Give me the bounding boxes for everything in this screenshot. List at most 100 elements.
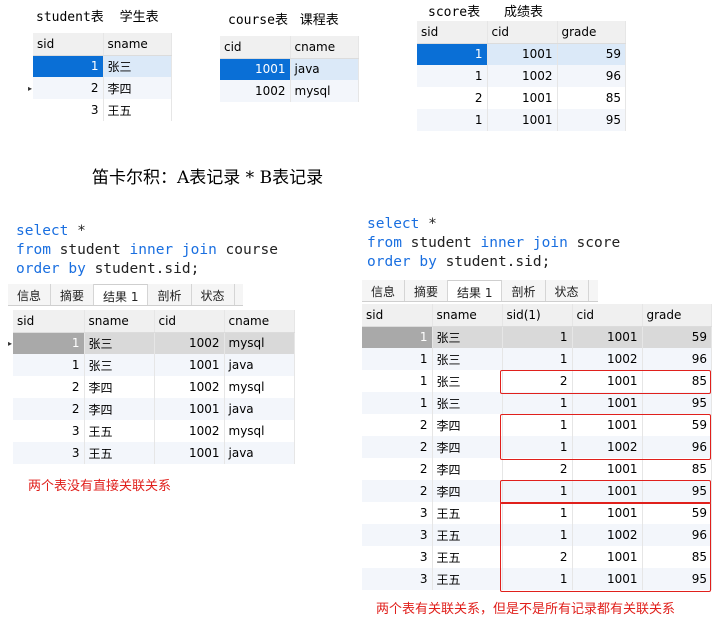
cell[interactable]: 王五 bbox=[432, 502, 503, 524]
cell[interactable]: 96 bbox=[557, 65, 626, 87]
cell[interactable]: 1002 bbox=[154, 332, 225, 354]
cell[interactable]: 李四 bbox=[432, 480, 503, 502]
cell[interactable]: 1 bbox=[502, 436, 573, 458]
tab-profile[interactable]: 剖析 bbox=[148, 284, 192, 305]
cell[interactable]: 1 bbox=[502, 392, 573, 414]
column-header[interactable]: grade bbox=[642, 304, 712, 327]
cell[interactable]: 1002 bbox=[572, 348, 643, 370]
cell[interactable]: 95 bbox=[642, 568, 712, 590]
cell[interactable]: 张三 bbox=[84, 332, 155, 354]
cell[interactable]: 1001 bbox=[572, 502, 643, 524]
tab-summary[interactable]: 摘要 bbox=[51, 284, 95, 305]
cell[interactable]: 1002 bbox=[487, 65, 558, 87]
column-header[interactable]: cname bbox=[290, 36, 359, 59]
cell[interactable]: 95 bbox=[642, 480, 712, 502]
cell[interactable]: 1001 bbox=[572, 392, 643, 414]
cell[interactable]: 2 bbox=[362, 458, 433, 480]
table-row[interactable]: 2 李四 1001 java bbox=[13, 398, 295, 420]
cell[interactable]: 1001 bbox=[487, 43, 558, 65]
cell[interactable]: 96 bbox=[642, 524, 712, 546]
cell[interactable]: 1 bbox=[502, 326, 573, 348]
tab-result-1[interactable]: 结果 1 bbox=[94, 284, 149, 305]
cell[interactable]: 1001 bbox=[572, 326, 643, 348]
table-row[interactable]: 2 李四 bbox=[33, 77, 172, 99]
cell[interactable]: 1001 bbox=[487, 109, 558, 131]
column-header[interactable]: sname bbox=[432, 304, 503, 327]
table-row[interactable]: 1002 mysql bbox=[220, 80, 359, 102]
cell[interactable]: 张三 bbox=[103, 55, 172, 77]
cell[interactable]: 张三 bbox=[432, 348, 503, 370]
cell[interactable]: 1 bbox=[33, 55, 104, 77]
table-row[interactable]: 1 1001 59 bbox=[417, 43, 626, 65]
column-header[interactable]: sid(1) bbox=[502, 304, 573, 327]
cell[interactable]: 3 bbox=[13, 420, 85, 442]
cell[interactable]: mysql bbox=[224, 420, 295, 442]
column-header[interactable]: cid bbox=[220, 36, 291, 59]
cell[interactable]: java bbox=[224, 442, 295, 464]
column-header[interactable]: cid bbox=[487, 21, 558, 44]
table-row[interactable]: 3 王五 1002 mysql bbox=[13, 420, 295, 442]
column-header[interactable]: sid bbox=[362, 304, 433, 327]
table-row[interactable]: 1 张三 1 1001 95 bbox=[362, 392, 712, 414]
cell[interactable]: 2 bbox=[362, 480, 433, 502]
cell[interactable]: 1 bbox=[502, 414, 573, 436]
cell[interactable]: 1 bbox=[13, 332, 85, 354]
cell[interactable]: 59 bbox=[642, 326, 712, 348]
cell[interactable]: 1001 bbox=[154, 398, 225, 420]
table-row[interactable]: 2 李四 1 1001 95 bbox=[362, 480, 712, 502]
column-header[interactable]: cname bbox=[224, 310, 295, 333]
table-row[interactable]: 1 1001 95 bbox=[417, 109, 626, 131]
table-row[interactable]: 1 张三 1 1002 96 bbox=[362, 348, 712, 370]
cell[interactable]: 王五 bbox=[84, 420, 155, 442]
cell[interactable]: mysql bbox=[224, 376, 295, 398]
cell[interactable]: 1002 bbox=[572, 436, 643, 458]
cell[interactable]: 3 bbox=[33, 99, 104, 121]
cell[interactable]: mysql bbox=[224, 332, 295, 354]
cell[interactable]: 1001 bbox=[154, 354, 225, 376]
cell[interactable]: 1001 bbox=[572, 414, 643, 436]
cell[interactable]: 2 bbox=[417, 87, 488, 109]
column-header[interactable]: sname bbox=[103, 33, 172, 56]
column-header[interactable]: cid bbox=[154, 310, 225, 333]
cell[interactable]: 1 bbox=[417, 65, 488, 87]
table-row[interactable]: 1 张三 1002 mysql bbox=[13, 332, 295, 354]
cell[interactable]: 1 bbox=[502, 568, 573, 590]
cell[interactable]: 1001 bbox=[154, 442, 225, 464]
cell[interactable]: 1002 bbox=[154, 420, 225, 442]
tab-profile[interactable]: 剖析 bbox=[502, 280, 546, 301]
tab-status[interactable]: 状态 bbox=[546, 280, 589, 301]
table-row[interactable]: 1 张三 bbox=[33, 55, 172, 77]
tab-summary[interactable]: 摘要 bbox=[405, 280, 449, 301]
cell[interactable]: 1 bbox=[502, 348, 573, 370]
table-row[interactable]: 2 李四 1 1001 59 bbox=[362, 414, 712, 436]
cell[interactable]: 3 bbox=[362, 568, 433, 590]
cell[interactable]: 2 bbox=[13, 398, 85, 420]
table-row[interactable]: 2 李四 1002 mysql bbox=[13, 376, 295, 398]
tab-result-1[interactable]: 结果 1 bbox=[448, 280, 503, 301]
cell[interactable]: 1 bbox=[502, 480, 573, 502]
cell[interactable]: 3 bbox=[362, 502, 433, 524]
cell[interactable]: 3 bbox=[362, 524, 433, 546]
table-row[interactable]: 3 王五 bbox=[33, 99, 172, 121]
cell[interactable]: 1 bbox=[13, 354, 85, 376]
table-row[interactable]: 3 王五 1 1001 59 bbox=[362, 502, 712, 524]
table-row[interactable]: 1 1002 96 bbox=[417, 65, 626, 87]
cell[interactable]: 1001 bbox=[572, 480, 643, 502]
table-row[interactable]: 2 李四 2 1001 85 bbox=[362, 458, 712, 480]
cell[interactable]: 2 bbox=[362, 436, 433, 458]
cell[interactable]: 59 bbox=[557, 43, 626, 65]
cell[interactable]: 96 bbox=[642, 348, 712, 370]
cell[interactable]: 1 bbox=[502, 502, 573, 524]
cell[interactable]: java bbox=[224, 354, 295, 376]
cell[interactable]: 95 bbox=[557, 109, 626, 131]
cell[interactable]: 2 bbox=[502, 370, 573, 392]
cell[interactable]: 李四 bbox=[432, 436, 503, 458]
column-header[interactable]: sid bbox=[33, 33, 104, 56]
cell[interactable]: 1 bbox=[417, 109, 488, 131]
cell[interactable]: 李四 bbox=[103, 77, 172, 99]
cell[interactable]: 1001 bbox=[220, 58, 291, 80]
column-header[interactable]: sid bbox=[13, 310, 85, 333]
cell[interactable]: 1001 bbox=[572, 546, 643, 568]
column-header[interactable]: grade bbox=[557, 21, 626, 44]
cell[interactable]: 2 bbox=[502, 458, 573, 480]
